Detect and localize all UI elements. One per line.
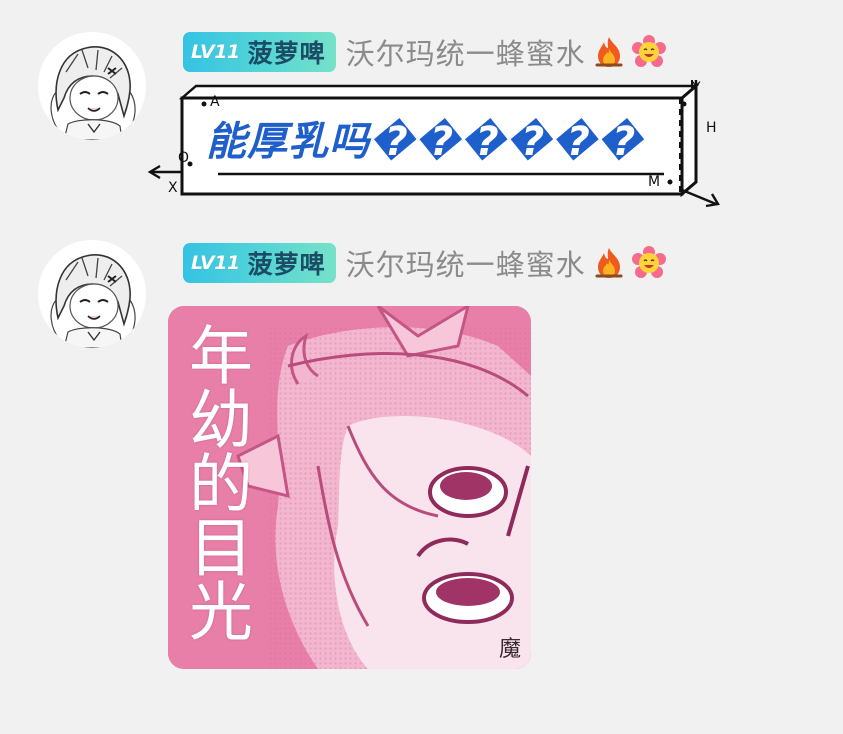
- axis-label-a: A: [210, 94, 220, 110]
- image-sticker[interactable]: 年幼的目光 魔: [168, 306, 531, 669]
- sender-row: LV11 菠萝啤 沃尔玛统一蜂蜜水: [183, 243, 666, 283]
- flower-emoji-icon: [631, 246, 666, 278]
- axis-label-x: X: [168, 180, 178, 196]
- text-box-sticker[interactable]: A O X Y H M 能厚乳吗������: [144, 78, 724, 210]
- fire-emoji-icon: [595, 37, 623, 67]
- sticker-caption: 年幼的目光: [178, 322, 252, 642]
- sender-name[interactable]: 沃尔玛统一蜂蜜水: [346, 31, 586, 73]
- anime-girl-avatar-icon: [38, 32, 146, 140]
- sender-name[interactable]: 沃尔玛统一蜂蜜水: [346, 242, 586, 284]
- avatar[interactable]: [38, 240, 146, 348]
- sticker-text: 能厚乳吗������: [206, 119, 644, 165]
- level-label: LV11: [191, 41, 240, 63]
- axis-label-h: H: [706, 120, 717, 136]
- axis-label-m: M: [648, 174, 661, 190]
- sender-row: LV11 菠萝啤 沃尔玛统一蜂蜜水: [183, 32, 666, 72]
- axis-label-o: O: [178, 150, 190, 166]
- level-label: LV11: [191, 252, 240, 274]
- badge-name: 菠萝啤: [247, 39, 326, 68]
- level-badge[interactable]: LV11 菠萝啤: [183, 243, 336, 283]
- anime-girl-avatar-icon: [38, 240, 146, 348]
- fire-emoji-icon: [595, 248, 623, 278]
- avatar[interactable]: [38, 32, 146, 140]
- artist-signature: 魔: [498, 637, 521, 662]
- chat-message: LV11 菠萝啤 沃尔玛统一蜂蜜水: [0, 220, 843, 690]
- axis-label-y: Y: [692, 80, 701, 96]
- flower-emoji-icon: [631, 35, 666, 67]
- chat-message: LV11 菠萝啤 沃尔玛统一蜂蜜水: [0, 0, 843, 220]
- level-badge[interactable]: LV11 菠萝啤: [183, 32, 336, 72]
- badge-name: 菠萝啤: [247, 250, 326, 279]
